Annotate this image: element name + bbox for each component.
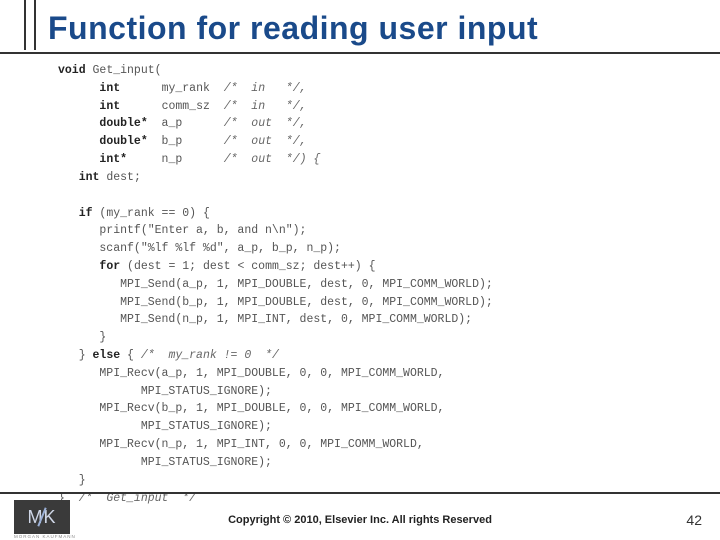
param-name-2: a_p xyxy=(162,117,183,130)
kw-if: if xyxy=(79,207,93,220)
line-recv-b1: MPI_Recv(b_p, 1, MPI_DOUBLE, 0, 0, MPI_C… xyxy=(58,402,444,415)
code-block: void Get_input( int my_rank /* in */, in… xyxy=(58,62,690,507)
param-type-2: double* xyxy=(99,117,147,130)
title-bar: Function for reading user input xyxy=(0,10,720,47)
kw-void: void xyxy=(58,64,86,77)
param-name-3: b_p xyxy=(162,135,183,148)
if-cond: (my_rank == 0) { xyxy=(93,207,210,220)
line-recv-a2: MPI_STATUS_IGNORE); xyxy=(58,385,272,398)
line-recv-n2: MPI_STATUS_IGNORE); xyxy=(58,456,272,469)
param-name-0: my_rank xyxy=(162,82,210,95)
else-comment: /* my_rank != 0 */ xyxy=(141,349,279,362)
param-type-1: int xyxy=(99,100,120,113)
footer: MK MORGAN KAUFMANN Copyright © 2010, Els… xyxy=(0,494,720,540)
else-pre: } xyxy=(58,349,93,362)
copyright-text: Copyright © 2010, Elsevier Inc. All righ… xyxy=(0,514,720,526)
param-comment-3: /* out */, xyxy=(224,135,307,148)
param-comment-4: /* out */) { xyxy=(224,153,321,166)
line-recv-a1: MPI_Recv(a_p, 1, MPI_DOUBLE, 0, 0, MPI_C… xyxy=(58,367,444,380)
decl-rest: dest; xyxy=(99,171,140,184)
slide-title: Function for reading user input xyxy=(48,10,720,47)
sig-name: Get_input( xyxy=(86,64,162,77)
line-printf: printf("Enter a, b, and n\n"); xyxy=(58,224,306,237)
kw-for: for xyxy=(99,260,120,273)
line-send-n: MPI_Send(n_p, 1, MPI_INT, dest, 0, MPI_C… xyxy=(58,313,472,326)
kw-int-decl: int xyxy=(79,171,100,184)
line-send-a: MPI_Send(a_p, 1, MPI_DOUBLE, dest, 0, MP… xyxy=(58,278,493,291)
param-name-1: comm_sz xyxy=(162,100,210,113)
line-recv-b2: MPI_STATUS_IGNORE); xyxy=(58,420,272,433)
for-cond: (dest = 1; dest < comm_sz; dest++) { xyxy=(120,260,375,273)
param-type-0: int xyxy=(99,82,120,95)
param-comment-2: /* out */, xyxy=(224,117,307,130)
line-send-b: MPI_Send(b_p, 1, MPI_DOUBLE, dest, 0, MP… xyxy=(58,296,493,309)
else-post: { xyxy=(120,349,141,362)
title-rule-horizontal xyxy=(0,52,720,54)
kw-else: else xyxy=(93,349,121,362)
line-recv-n1: MPI_Recv(n_p, 1, MPI_INT, 0, 0, MPI_COMM… xyxy=(58,438,424,451)
param-type-3: double* xyxy=(99,135,147,148)
line-for-end: } xyxy=(58,331,106,344)
logo-subtext: MORGAN KAUFMANN xyxy=(14,534,76,539)
slide: Function for reading user input void Get… xyxy=(0,0,720,540)
param-type-4: int* xyxy=(99,153,127,166)
line-else-end: } xyxy=(58,474,86,487)
page-number: 42 xyxy=(686,512,702,528)
line-scanf: scanf("%lf %lf %d", a_p, b_p, n_p); xyxy=(58,242,341,255)
param-comment-1: /* in */, xyxy=(224,100,307,113)
param-name-4: n_p xyxy=(162,153,183,166)
param-comment-0: /* in */, xyxy=(224,82,307,95)
